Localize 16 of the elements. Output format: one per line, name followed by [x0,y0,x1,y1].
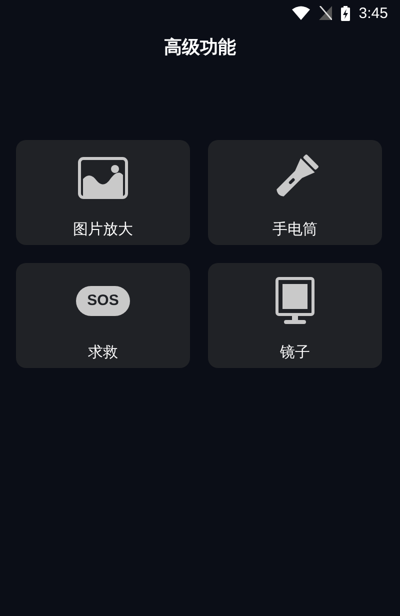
no-signal-icon [318,6,332,20]
feature-card[interactable]: 手电筒 [208,140,382,245]
page-title: 高级功能 [163,36,237,60]
feature-label: 镜子 [280,343,310,362]
mirror-icon [275,277,315,325]
sos-icon: SOS [76,286,130,316]
image-icon [78,157,128,199]
feature-label: 图片放大 [73,220,133,239]
feature-card[interactable]: 图片放大 [16,140,190,245]
feature-card[interactable]: SOS 求救 [16,263,190,368]
feature-card[interactable]: 镜子 [208,263,382,368]
battery-charging-icon [340,6,350,20]
feature-label: 求救 [88,343,118,362]
feature-label: 手电筒 [272,220,318,239]
wifi-icon [292,6,310,20]
clock-time: 3:45 [358,4,388,22]
